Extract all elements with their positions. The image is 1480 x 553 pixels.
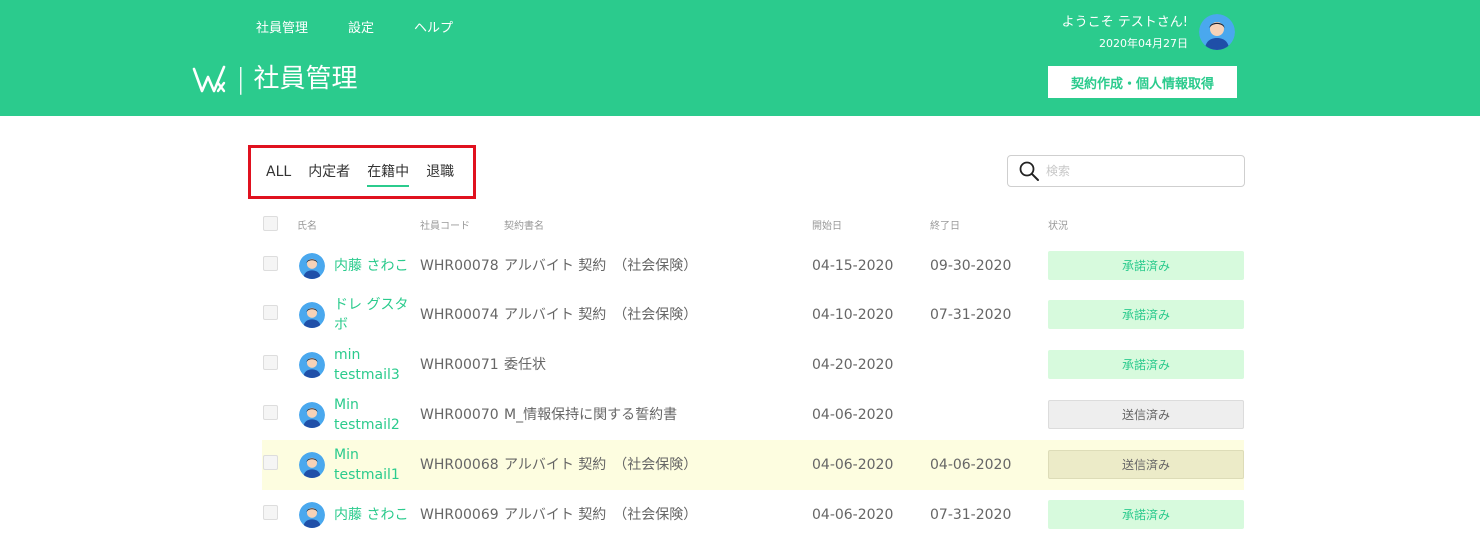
row-checkbox[interactable] (263, 505, 278, 520)
tab-retired[interactable]: 退職 (426, 162, 454, 182)
column-start-date[interactable]: 開始日 (812, 217, 842, 232)
contract-name: アルバイト 契約 （社会保険） (504, 507, 698, 523)
employee-code: WHR00068 (420, 457, 499, 473)
start-date: 04-15-2020 (812, 258, 894, 274)
tab-all[interactable]: ALL (266, 162, 291, 182)
search-input[interactable] (1046, 164, 1226, 178)
employee-avatar (299, 452, 325, 478)
table-row[interactable]: ドレ グスタボ WHR00074 アルバイト 契約 （社会保険） 04-10-2… (262, 290, 1244, 340)
start-date: 04-20-2020 (812, 357, 894, 373)
search-icon (1014, 156, 1044, 186)
employee-code: WHR00071 (420, 357, 499, 373)
table-row[interactable]: 内藤 さわこ WHR00069 アルバイト 契約 （社会保険） 04-06-20… (262, 490, 1244, 540)
page-title: 社員管理 (253, 64, 358, 94)
nav-help[interactable]: ヘルプ (414, 20, 453, 38)
column-contract-name[interactable]: 契約書名 (504, 217, 544, 232)
employee-name-link[interactable]: min testmail3 (334, 345, 400, 385)
search-box (1007, 155, 1245, 187)
user-avatar[interactable] (1199, 14, 1235, 50)
top-nav: 社員管理 設定 ヘルプ (256, 20, 493, 38)
employee-avatar (299, 402, 325, 428)
row-checkbox[interactable] (263, 355, 278, 370)
welcome-text: ようこそ テストさん! (1061, 15, 1188, 30)
nav-settings[interactable]: 設定 (348, 20, 374, 38)
employee-code: WHR00070 (420, 407, 499, 423)
employee-avatar (299, 352, 325, 378)
table-row[interactable]: Min testmail1 WHR00068 アルバイト 契約 （社会保険） 0… (262, 440, 1244, 490)
row-checkbox[interactable] (263, 305, 278, 320)
tab-prospective[interactable]: 内定者 (308, 162, 350, 182)
row-checkbox[interactable] (263, 405, 278, 420)
table-header: 氏名 社員コード 契約書名 開始日 終了日 状況 (262, 214, 1244, 234)
create-contract-button[interactable]: 契約作成・個人情報取得 (1048, 66, 1237, 98)
brand-separator: | (236, 62, 246, 95)
employee-code: WHR00069 (420, 507, 499, 523)
row-checkbox[interactable] (263, 455, 278, 470)
employee-code: WHR00074 (420, 307, 499, 323)
start-date: 04-10-2020 (812, 307, 894, 323)
column-employee-code[interactable]: 社員コード (420, 217, 470, 232)
employee-name-link[interactable]: 内藤 さわこ (334, 505, 414, 525)
contract-name: アルバイト 契約 （社会保険） (504, 307, 698, 323)
status-badge[interactable]: 承諾済み (1048, 350, 1244, 379)
employee-name-link[interactable]: ドレ グスタボ (334, 295, 412, 335)
row-checkbox[interactable] (263, 256, 278, 271)
employee-avatar (299, 302, 325, 328)
tab-employed[interactable]: 在籍中 (367, 162, 410, 187)
status-badge[interactable]: 送信済み (1048, 400, 1244, 429)
table-row[interactable]: min testmail3 WHR00071 委任状 04-20-2020 承諾… (262, 340, 1244, 390)
employee-name-link[interactable]: Min testmail1 (334, 445, 400, 485)
employee-code: WHR00078 (420, 258, 499, 274)
contract-name: M_情報保持に関する誓約書 (504, 407, 678, 423)
select-all-checkbox[interactable] (263, 216, 278, 231)
wh-logo-icon[interactable] (192, 63, 232, 95)
column-name[interactable]: 氏名 (297, 217, 317, 232)
end-date: 04-06-2020 (930, 457, 1012, 473)
employee-avatar (299, 502, 325, 528)
status-badge[interactable]: 承諾済み (1048, 500, 1244, 529)
status-badge[interactable]: 承諾済み (1048, 251, 1244, 280)
status-badge[interactable]: 承諾済み (1048, 300, 1244, 329)
employee-name-link[interactable]: Min testmail2 (334, 395, 400, 435)
status-filter-tabs: ALL 内定者 在籍中 退職 (248, 145, 476, 199)
start-date: 04-06-2020 (812, 507, 894, 523)
brand: | 社員管理 (192, 63, 357, 95)
end-date: 07-31-2020 (930, 507, 1012, 523)
status-badge[interactable]: 送信済み (1048, 450, 1244, 479)
user-greeting: ようこそ テストさん! 2020年04月27日 (1062, 14, 1188, 52)
table-row[interactable]: Min testmail2 WHR00070 M_情報保持に関する誓約書 04-… (262, 390, 1244, 440)
table-row[interactable]: 内藤 さわこ WHR00078 アルバイト 契約 （社会保険） 04-15-20… (262, 241, 1244, 291)
start-date: 04-06-2020 (812, 407, 894, 423)
end-date: 07-31-2020 (930, 307, 1012, 323)
column-status[interactable]: 状況 (1048, 217, 1068, 232)
contract-name: 委任状 (504, 357, 546, 373)
nav-employee-management[interactable]: 社員管理 (256, 20, 308, 38)
employee-name-link[interactable]: 内藤 さわこ (334, 256, 414, 276)
start-date: 04-06-2020 (812, 457, 894, 473)
end-date: 09-30-2020 (930, 258, 1012, 274)
employee-avatar (299, 253, 325, 279)
contract-name: アルバイト 契約 （社会保険） (504, 457, 698, 473)
contract-name: アルバイト 契約 （社会保険） (504, 258, 698, 274)
app-header: 社員管理 設定 ヘルプ | 社員管理 ようこそ テストさん! 2020年04月2… (0, 0, 1480, 116)
column-end-date[interactable]: 終了日 (930, 217, 960, 232)
current-date: 2020年04月27日 (1099, 37, 1188, 50)
